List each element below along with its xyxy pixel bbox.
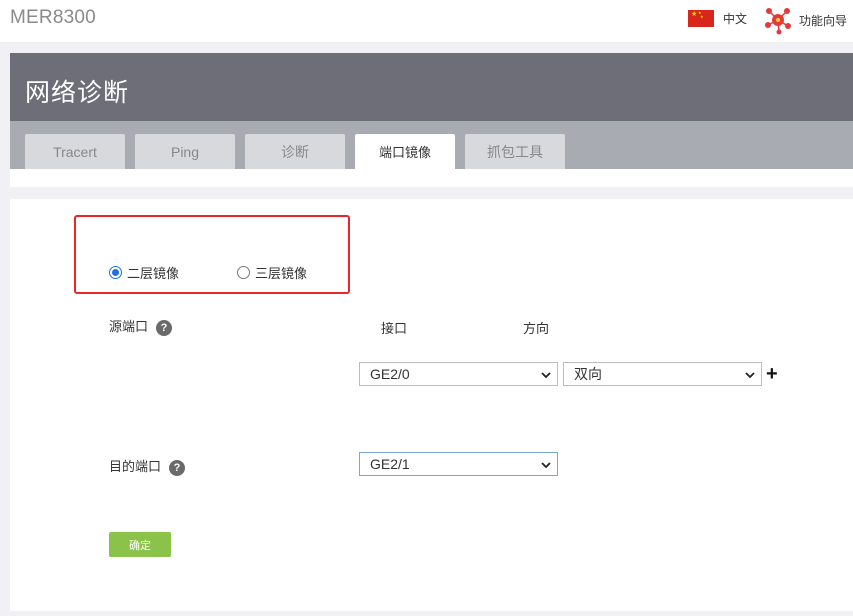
source-interface-value: GE2/0 [370,366,410,382]
source-port-help-icon[interactable]: ? [156,319,173,336]
tab-tracert[interactable]: Tracert [25,134,125,169]
wizard-button[interactable]: 功能向导 [763,5,847,35]
layer3-mirror-option[interactable]: 三层镜像 [237,263,307,282]
dest-interface-select[interactable]: GE2/1 [359,452,558,476]
mirror-type-highlight [74,215,350,294]
direction-column-header: 方向 [523,321,550,336]
source-port-row: 源端口? [109,316,173,336]
chevron-down-icon [745,372,755,379]
chevron-down-icon [541,372,551,379]
layer2-mirror-option[interactable]: 二层镜像 [109,263,179,282]
top-bar: MER8300 ★ ★ ★ 中文 功能向导 [0,0,853,42]
chevron-down-icon [541,462,551,469]
dest-interface-value: GE2/1 [370,456,410,472]
tab-bar: Tracert Ping 诊断 端口镜像 抓包工具 [10,121,853,169]
tab-port-mirror[interactable]: 端口镜像 [355,134,455,169]
confirm-button[interactable]: 确定 [109,532,171,557]
layer3-label: 三层镜像 [255,266,308,281]
wizard-icon [765,8,791,35]
source-interface-select[interactable]: GE2/0 [359,362,558,386]
dest-port-label: 目的端口 [109,459,162,474]
source-direction-select[interactable]: 双向 [563,362,762,386]
source-port-label: 源端口 [109,319,149,334]
brand-name: MER8300 [10,7,96,28]
layer2-label: 二层镜像 [127,266,180,281]
page-header: 网络诊断 [10,53,853,121]
page-title: 网络诊断 [25,79,130,107]
dest-port-row: 目的端口? [109,456,186,476]
add-source-port-button[interactable]: + [766,364,778,384]
tab-diagnose[interactable]: 诊断 [245,134,345,169]
source-direction-value: 双向 [574,366,602,382]
language-label: 中文 [723,11,748,26]
language-switch[interactable]: ★ ★ ★ 中文 [688,8,747,28]
interface-column-header: 接口 [381,321,408,336]
layer3-radio[interactable] [237,266,250,279]
tab-ping[interactable]: Ping [135,134,235,169]
tab-packet-capture[interactable]: 抓包工具 [465,134,565,169]
tab-content-top [10,169,853,187]
layer2-radio[interactable] [109,266,122,279]
dest-port-help-icon[interactable]: ? [169,459,186,476]
port-mirror-form: 二层镜像 三层镜像 源端口? 接口 方向 GE2/0 双向 + 目的端口? GE… [10,199,853,611]
wizard-label: 功能向导 [799,13,848,28]
china-flag-icon: ★ ★ ★ [688,9,714,27]
